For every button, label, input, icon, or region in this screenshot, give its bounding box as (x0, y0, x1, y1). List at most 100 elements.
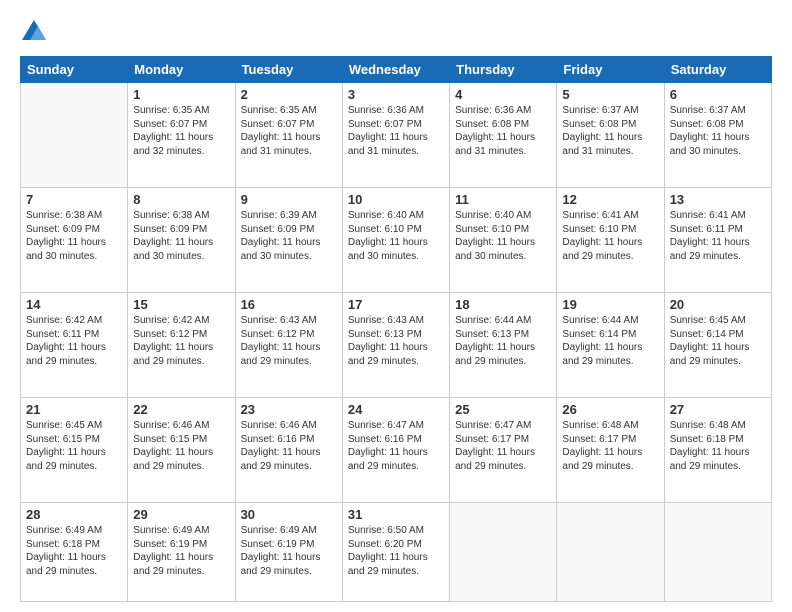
day-info: Sunrise: 6:36 AMSunset: 6:07 PMDaylight:… (348, 104, 444, 158)
day-number: 22 (133, 402, 229, 417)
day-number: 11 (455, 192, 551, 207)
weekday-header-thursday: Thursday (450, 57, 557, 83)
calendar-cell: 14 Sunrise: 6:42 AMSunset: 6:11 PMDayligh… (21, 293, 128, 398)
calendar-cell (21, 83, 128, 188)
calendar-cell: 5Sunrise: 6:37 AMSunset: 6:08 PMDaylight… (557, 83, 664, 188)
day-number: 21 (26, 402, 122, 417)
calendar-cell: 2 Sunrise: 6:35 AMSunset: 6:07 PMDaylight… (235, 83, 342, 188)
day-info: Sunrise: 6:41 AMSunset: 6:11 PMDaylight:… (670, 209, 766, 263)
calendar-cell: 1 Sunrise: 6:35 AMSunset: 6:07 PMDaylight… (128, 83, 235, 188)
day-info: Sunrise: 6:47 AMSunset: 6:16 PMDaylight:… (348, 419, 444, 473)
day-info: Sunrise: 6:43 AMSunset: 6:12 PMDaylight:… (241, 314, 337, 368)
day-number: 18 (455, 297, 551, 312)
day-number: 23 (241, 402, 337, 417)
day-info: Sunrise: 6:35 AMSunset: 6:07 PMDaylight:… (133, 104, 229, 158)
calendar-cell: 30 Sunrise: 6:49 AMSunset: 6:19 PMDayligh… (235, 503, 342, 602)
calendar-cell (557, 503, 664, 602)
day-number: 2 (241, 87, 337, 102)
weekday-header-row: SundayMondayTuesdayWednesdayThursdayFrid… (21, 57, 772, 83)
day-info: Sunrise: 6:40 AMSunset: 6:10 PMDaylight:… (348, 209, 444, 263)
weekday-header-friday: Friday (557, 57, 664, 83)
week-row-1: 1 Sunrise: 6:35 AMSunset: 6:07 PMDaylight… (21, 83, 772, 188)
calendar-cell: 22 Sunrise: 6:46 AMSunset: 6:15 PMDayligh… (128, 398, 235, 503)
day-number: 16 (241, 297, 337, 312)
day-number: 7 (26, 192, 122, 207)
day-number: 20 (670, 297, 766, 312)
calendar-cell: 13 Sunrise: 6:41 AMSunset: 6:11 PMDayligh… (664, 188, 771, 293)
calendar-cell: 16 Sunrise: 6:43 AMSunset: 6:12 PMDayligh… (235, 293, 342, 398)
day-info: Sunrise: 6:46 AMSunset: 6:15 PMDaylight:… (133, 419, 229, 473)
day-number: 14 (26, 297, 122, 312)
day-number: 1 (133, 87, 229, 102)
day-info: Sunrise: 6:38 AMSunset: 6:09 PMDaylight:… (133, 209, 229, 263)
day-number: 19 (562, 297, 658, 312)
calendar-cell: 17 Sunrise: 6:43 AMSunset: 6:13 PMDayligh… (342, 293, 449, 398)
page: SundayMondayTuesdayWednesdayThursdayFrid… (0, 0, 792, 612)
calendar-cell: 24 Sunrise: 6:47 AMSunset: 6:16 PMDayligh… (342, 398, 449, 503)
day-number: 31 (348, 507, 444, 522)
day-info: Sunrise: 6:37 AMSunset: 6:08 PMDaylight:… (562, 104, 658, 158)
day-info: Sunrise: 6:41 AMSunset: 6:10 PMDaylight:… (562, 209, 658, 263)
day-info: Sunrise: 6:46 AMSunset: 6:16 PMDaylight:… (241, 419, 337, 473)
day-info: Sunrise: 6:45 AMSunset: 6:14 PMDaylight:… (670, 314, 766, 368)
logo (20, 18, 52, 46)
day-number: 13 (670, 192, 766, 207)
logo-icon (20, 18, 48, 46)
day-info: Sunrise: 6:44 AMSunset: 6:13 PMDaylight:… (455, 314, 551, 368)
day-number: 10 (348, 192, 444, 207)
calendar-cell: 25Sunrise: 6:47 AMSunset: 6:17 PMDayligh… (450, 398, 557, 503)
week-row-5: 28Sunrise: 6:49 AMSunset: 6:18 PMDayligh… (21, 503, 772, 602)
day-number: 9 (241, 192, 337, 207)
day-info: Sunrise: 6:44 AMSunset: 6:14 PMDaylight:… (562, 314, 658, 368)
day-info: Sunrise: 6:48 AMSunset: 6:17 PMDaylight:… (562, 419, 658, 473)
day-info: Sunrise: 6:45 AMSunset: 6:15 PMDaylight:… (26, 419, 122, 473)
calendar-cell: 27 Sunrise: 6:48 AMSunset: 6:18 PMDayligh… (664, 398, 771, 503)
day-info: Sunrise: 6:48 AMSunset: 6:18 PMDaylight:… (670, 419, 766, 473)
day-info: Sunrise: 6:49 AMSunset: 6:19 PMDaylight:… (241, 524, 337, 578)
calendar-cell: 19 Sunrise: 6:44 AMSunset: 6:14 PMDayligh… (557, 293, 664, 398)
day-info: Sunrise: 6:49 AMSunset: 6:19 PMDaylight:… (133, 524, 229, 578)
day-number: 29 (133, 507, 229, 522)
header (20, 18, 772, 46)
week-row-4: 21 Sunrise: 6:45 AMSunset: 6:15 PMDayligh… (21, 398, 772, 503)
weekday-header-tuesday: Tuesday (235, 57, 342, 83)
calendar-cell: 23 Sunrise: 6:46 AMSunset: 6:16 PMDayligh… (235, 398, 342, 503)
calendar-cell: 10 Sunrise: 6:40 AMSunset: 6:10 PMDayligh… (342, 188, 449, 293)
calendar-cell: 18 Sunrise: 6:44 AMSunset: 6:13 PMDayligh… (450, 293, 557, 398)
calendar-cell: 26Sunrise: 6:48 AMSunset: 6:17 PMDayligh… (557, 398, 664, 503)
day-info: Sunrise: 6:35 AMSunset: 6:07 PMDaylight:… (241, 104, 337, 158)
day-info: Sunrise: 6:39 AMSunset: 6:09 PMDaylight:… (241, 209, 337, 263)
weekday-header-saturday: Saturday (664, 57, 771, 83)
day-info: Sunrise: 6:37 AMSunset: 6:08 PMDaylight:… (670, 104, 766, 158)
calendar-cell: 31 Sunrise: 6:50 AMSunset: 6:20 PMDayligh… (342, 503, 449, 602)
day-info: Sunrise: 6:40 AMSunset: 6:10 PMDaylight:… (455, 209, 551, 263)
day-info: Sunrise: 6:38 AMSunset: 6:09 PMDaylight:… (26, 209, 122, 263)
day-number: 24 (348, 402, 444, 417)
calendar-cell: 4Sunrise: 6:36 AMSunset: 6:08 PMDaylight… (450, 83, 557, 188)
week-row-2: 7 Sunrise: 6:38 AMSunset: 6:09 PMDaylight… (21, 188, 772, 293)
day-number: 4 (455, 87, 551, 102)
day-info: Sunrise: 6:43 AMSunset: 6:13 PMDaylight:… (348, 314, 444, 368)
calendar-cell (450, 503, 557, 602)
day-info: Sunrise: 6:42 AMSunset: 6:12 PMDaylight:… (133, 314, 229, 368)
calendar: SundayMondayTuesdayWednesdayThursdayFrid… (20, 56, 772, 602)
day-number: 15 (133, 297, 229, 312)
day-number: 3 (348, 87, 444, 102)
day-number: 12 (562, 192, 658, 207)
day-info: Sunrise: 6:49 AMSunset: 6:18 PMDaylight:… (26, 524, 122, 578)
calendar-cell: 3 Sunrise: 6:36 AMSunset: 6:07 PMDaylight… (342, 83, 449, 188)
calendar-cell: 6Sunrise: 6:37 AMSunset: 6:08 PMDaylight… (664, 83, 771, 188)
weekday-header-sunday: Sunday (21, 57, 128, 83)
day-number: 27 (670, 402, 766, 417)
weekday-header-wednesday: Wednesday (342, 57, 449, 83)
day-info: Sunrise: 6:42 AMSunset: 6:11 PMDaylight:… (26, 314, 122, 368)
day-number: 17 (348, 297, 444, 312)
day-number: 8 (133, 192, 229, 207)
day-number: 30 (241, 507, 337, 522)
calendar-cell: 9 Sunrise: 6:39 AMSunset: 6:09 PMDaylight… (235, 188, 342, 293)
day-info: Sunrise: 6:50 AMSunset: 6:20 PMDaylight:… (348, 524, 444, 578)
calendar-cell: 20 Sunrise: 6:45 AMSunset: 6:14 PMDayligh… (664, 293, 771, 398)
calendar-cell: 12 Sunrise: 6:41 AMSunset: 6:10 PMDayligh… (557, 188, 664, 293)
calendar-cell: 15 Sunrise: 6:42 AMSunset: 6:12 PMDayligh… (128, 293, 235, 398)
calendar-cell: 7 Sunrise: 6:38 AMSunset: 6:09 PMDaylight… (21, 188, 128, 293)
